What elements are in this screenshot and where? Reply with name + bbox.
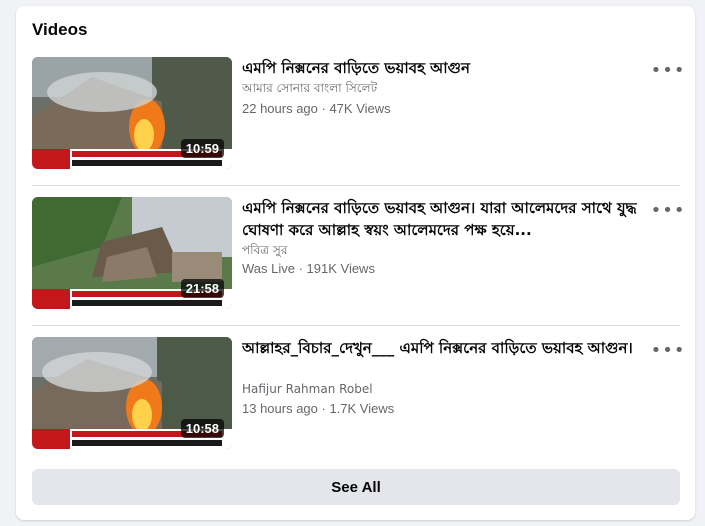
video-duration: 10:58 <box>180 419 224 438</box>
videos-card: Videos 10:59 এমপি নিক্সনের বাড়িতে ভয়াব… <box>16 6 695 520</box>
more-horizontal-icon[interactable]: ••• <box>651 342 685 360</box>
video-title[interactable]: আল্লাহর_বিচার_দেখুন___ এমপি নিক্সনের বাড… <box>242 337 647 359</box>
video-meta: 22 hours ago · 47K Views <box>242 101 391 116</box>
more-horizontal-icon[interactable]: ••• <box>651 202 685 220</box>
divider <box>32 325 680 326</box>
video-thumbnail[interactable]: 10:58 <box>32 337 232 449</box>
video-duration: 21:58 <box>180 279 224 298</box>
video-duration: 10:59 <box>180 139 224 158</box>
video-channel[interactable]: Hafijur Rahman Robel <box>242 382 373 396</box>
video-thumbnail[interactable]: 10:59 <box>32 57 232 169</box>
video-channel[interactable]: পবিত্র সুর <box>242 242 287 262</box>
video-thumbnail[interactable]: 21:58 <box>32 197 232 309</box>
video-item[interactable]: 10:58 আল্লাহর_বিচার_দেখুন___ এমপি নিক্সন… <box>32 337 685 451</box>
video-title[interactable]: এমপি নিক্সনের বাড়িতে ভয়াবহ আগুন <box>242 57 647 79</box>
video-item[interactable]: 21:58 এমপি নিক্সনের বাড়িতে ভয়াবহ আগুন।… <box>32 197 685 311</box>
see-all-button[interactable]: See All <box>32 469 680 505</box>
video-meta: Was Live · 191K Views <box>242 261 375 276</box>
more-horizontal-icon[interactable]: ••• <box>651 62 685 80</box>
section-title: Videos <box>32 20 88 39</box>
divider <box>32 185 680 186</box>
video-meta: 13 hours ago · 1.7K Views <box>242 401 395 416</box>
video-title[interactable]: এমপি নিক্সনের বাড়িতে ভয়াবহ আগুন। যারা … <box>242 197 647 241</box>
video-channel[interactable]: আমার সোনার বাংলা সিলেট <box>242 80 377 100</box>
video-item[interactable]: 10:59 এমপি নিক্সনের বাড়িতে ভয়াবহ আগুন … <box>32 57 685 171</box>
